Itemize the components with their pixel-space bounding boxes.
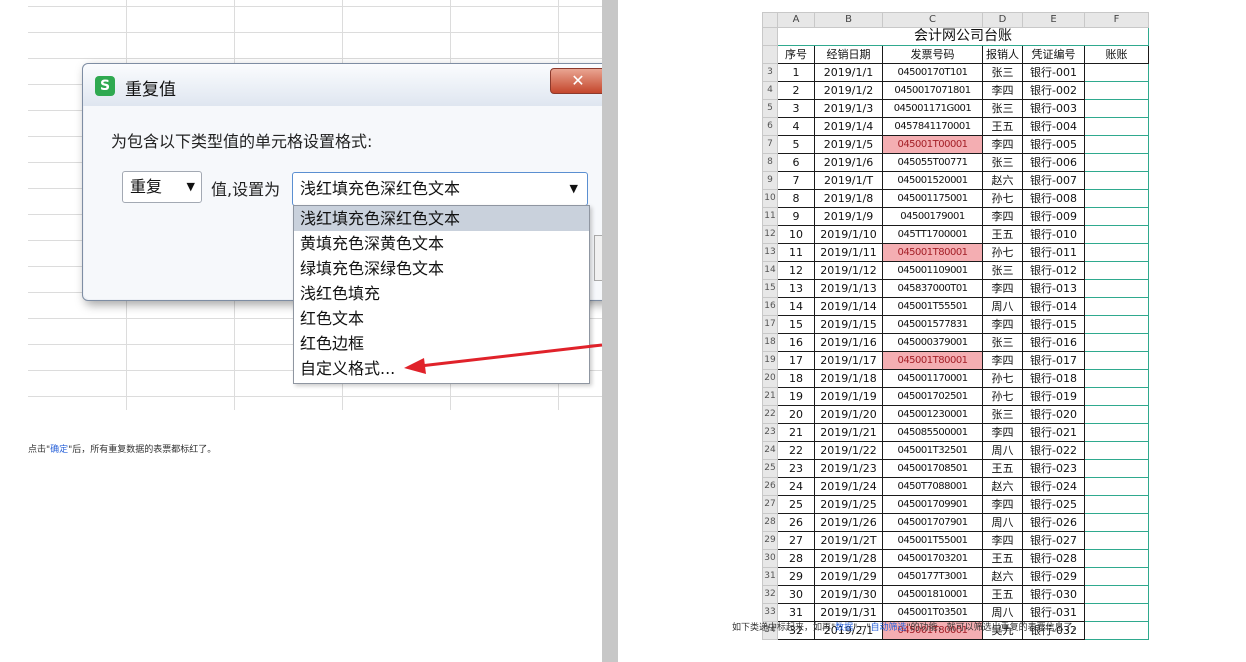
red-arrow-shaft [419, 343, 603, 368]
red-arrow-head [404, 358, 426, 374]
red-arrow-annotation [404, 343, 603, 374]
